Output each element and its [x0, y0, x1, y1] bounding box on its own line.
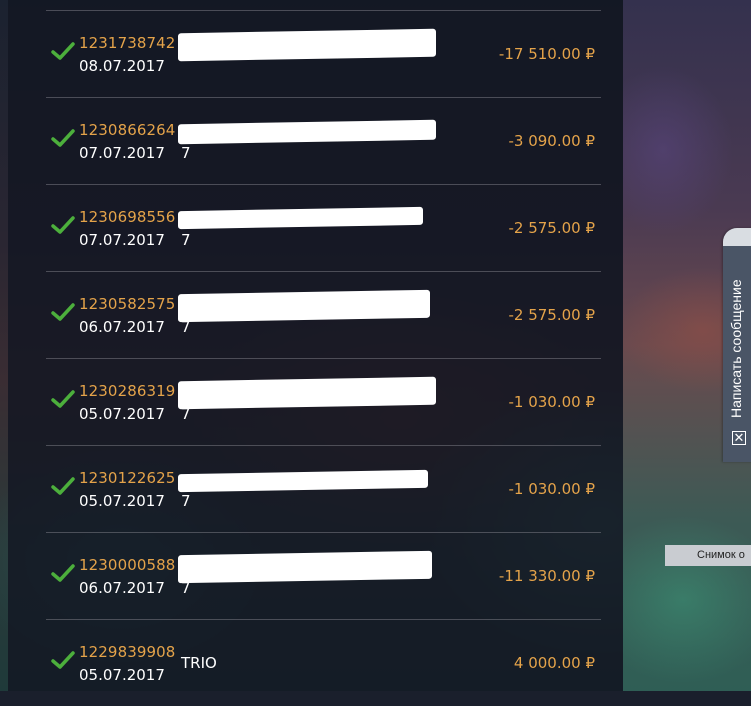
- transaction-description: 7: [181, 231, 191, 249]
- transaction-date: 07.07.2017: [79, 231, 165, 249]
- redacted-description: [178, 206, 423, 230]
- feedback-label: Написать сообщение: [728, 279, 744, 418]
- transaction-amount: -1 030.00 ₽: [508, 480, 595, 498]
- transaction-description: 7: [181, 318, 191, 336]
- redacted-description: [178, 289, 430, 323]
- redacted-description: [178, 469, 428, 493]
- transaction-date: 05.07.2017: [79, 492, 165, 510]
- checkmark-icon: [51, 216, 75, 234]
- checkmark-icon: [51, 477, 75, 495]
- checkmark-icon: [51, 390, 75, 408]
- transaction-row[interactable]: 1230582575 06.07.2017 7 -2 575.00 ₽: [46, 271, 601, 358]
- transaction-row[interactable]: 1230866264 07.07.2017 7 -3 090.00 ₽: [46, 97, 601, 184]
- transaction-row[interactable]: 1230122625 05.07.2017 7 -1 030.00 ₽: [46, 445, 601, 532]
- redacted-description: [178, 119, 436, 145]
- transaction-row[interactable]: 1231738742 08.07.2017 -17 510.00 ₽: [46, 10, 601, 97]
- transaction-id: 1230866264: [79, 121, 176, 139]
- transaction-row[interactable]: 1230000588 06.07.2017 7 -11 330.00 ₽: [46, 532, 601, 619]
- screenshot-label[interactable]: Снимок о: [665, 545, 751, 566]
- redacted-description: [178, 28, 436, 62]
- transaction-date: 05.07.2017: [79, 666, 165, 684]
- transaction-id: 1231738742: [79, 34, 176, 52]
- transaction-date: 05.07.2017: [79, 405, 165, 423]
- feedback-tab[interactable]: Написать сообщение ✕: [723, 228, 751, 462]
- feedback-tab-cap: [723, 228, 751, 246]
- checkmark-icon: [51, 564, 75, 582]
- transaction-description: 7: [181, 492, 191, 510]
- transaction-id: 1230286319: [79, 382, 176, 400]
- transaction-id: 1230698556: [79, 208, 176, 226]
- transactions-panel: 1231738742 08.07.2017 -17 510.00 ₽ 12308…: [8, 0, 623, 691]
- transaction-description: 7: [181, 579, 191, 597]
- transaction-id: 1229839908: [79, 643, 176, 661]
- transaction-amount: -17 510.00 ₽: [498, 45, 595, 63]
- checkmark-icon: [51, 651, 75, 669]
- checkmark-icon: [51, 42, 75, 60]
- transaction-amount: -11 330.00 ₽: [498, 567, 595, 585]
- transaction-amount: 4 000.00 ₽: [513, 654, 595, 672]
- transaction-description: 7: [181, 144, 191, 162]
- transaction-row[interactable]: 1230286319 05.07.2017 7 -1 030.00 ₽: [46, 358, 601, 445]
- redacted-description: [178, 550, 432, 584]
- transaction-description: TRIO: [181, 654, 217, 672]
- transaction-list: 1231738742 08.07.2017 -17 510.00 ₽ 12308…: [46, 10, 601, 706]
- transaction-date: 07.07.2017: [79, 144, 165, 162]
- transaction-amount: -3 090.00 ₽: [508, 132, 595, 150]
- transaction-id: 1230122625: [79, 469, 176, 487]
- transaction-amount: -2 575.00 ₽: [508, 219, 595, 237]
- transaction-date: 08.07.2017: [79, 57, 165, 75]
- checkmark-icon: [51, 129, 75, 147]
- transaction-amount: -1 030.00 ₽: [508, 393, 595, 411]
- transaction-row[interactable]: 1230698556 07.07.2017 7 -2 575.00 ₽: [46, 184, 601, 271]
- transaction-row[interactable]: 1229839908 05.07.2017 TRIO 4 000.00 ₽: [46, 619, 601, 706]
- transaction-id: 1230582575: [79, 295, 176, 313]
- transaction-description: 7: [181, 405, 191, 423]
- transaction-date: 06.07.2017: [79, 579, 165, 597]
- transaction-id: 1230000588: [79, 556, 176, 574]
- transaction-date: 06.07.2017: [79, 318, 165, 336]
- checkmark-icon: [51, 303, 75, 321]
- transaction-amount: -2 575.00 ₽: [508, 306, 595, 324]
- redacted-description: [178, 376, 436, 410]
- close-icon[interactable]: ✕: [732, 431, 746, 446]
